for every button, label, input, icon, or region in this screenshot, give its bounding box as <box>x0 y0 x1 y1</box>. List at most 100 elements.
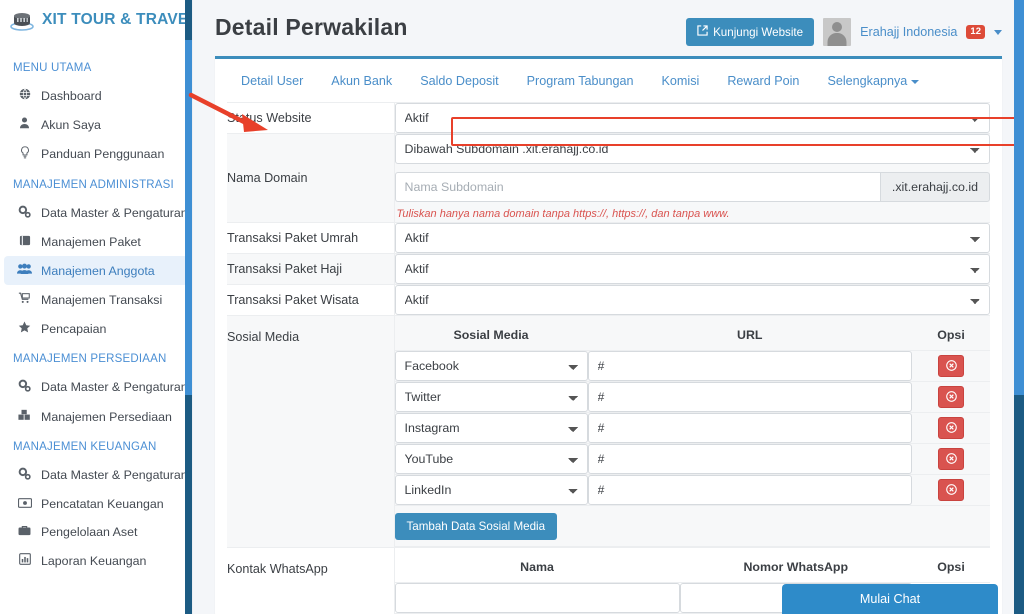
sidebar-item-laporan-keuangan[interactable]: Laporan Keuangan <box>4 546 188 575</box>
transaksi-haji-label: Transaksi Paket Haji <box>227 253 395 285</box>
chevron-down-icon <box>911 79 920 84</box>
app-root: XIT TOUR & TRAVEL MENU UTAMA Dashboard A… <box>0 0 1024 614</box>
sidebar-item-data-master-administrasi[interactable]: Data Master & Pengaturan <box>4 198 188 228</box>
transaksi-wisata-select[interactable]: Aktif <box>394 285 990 315</box>
sidebar-item-data-master-persediaan[interactable]: Data Master & Pengaturan <box>4 372 188 402</box>
detail-form: Status Website Aktif Nama Domain Dibawah… <box>215 102 1002 614</box>
stack-logo-icon <box>9 8 35 32</box>
sidebar-item-manajemen-anggota[interactable]: Manajemen Anggota <box>4 256 188 285</box>
delete-row-button[interactable] <box>938 417 964 439</box>
brand-logo-area[interactable]: XIT TOUR & TRAVEL <box>0 0 192 40</box>
table-row: LinkedIn <box>394 474 990 506</box>
chevron-down-icon[interactable] <box>994 29 1002 35</box>
sosial-media-url-input[interactable] <box>587 413 912 443</box>
whatsapp-nama-input[interactable] <box>394 583 680 613</box>
tab-program-tabungan[interactable]: Program Tabungan <box>513 68 648 94</box>
sidebar-group-header: MANAJEMEN KEUANGAN <box>13 441 157 453</box>
sidebar-item-pencapaian[interactable]: Pencapaian <box>4 314 188 343</box>
sosial-media-table: Sosial Media URL Opsi Facebook # Twitter… <box>394 322 990 547</box>
page-scrollbar-thumb[interactable] <box>1014 0 1024 395</box>
delete-row-button[interactable] <box>938 386 964 408</box>
sidebar-item-label: Pengelolaan Aset <box>41 525 138 539</box>
book-icon <box>17 235 32 249</box>
page-title: Detail Perwakilan <box>215 14 408 40</box>
tab-reward-poin[interactable]: Reward Poin <box>713 68 813 94</box>
col-header-url: URL <box>587 322 912 351</box>
visit-website-button[interactable]: Kunjungi Website <box>686 18 815 46</box>
sidebar-item-dashboard[interactable]: Dashboard <box>4 81 188 110</box>
sidebar-item-label: Data Master & Pengaturan <box>41 380 188 394</box>
nama-domain-select[interactable]: Dibawah Subdomain .xit.erahajj.co.id <box>394 134 990 164</box>
tab-akun-bank[interactable]: Akun Bank <box>317 68 406 94</box>
sidebar-item-pengelolaan-aset[interactable]: Pengelolaan Aset <box>4 518 188 546</box>
brand-name: XIT TOUR & TRAVEL <box>42 11 193 28</box>
col-header-opsi: Opsi <box>912 322 990 351</box>
status-website-label: Status Website <box>227 102 395 134</box>
tab-selengkapnya[interactable]: Selengkapnya <box>813 68 933 94</box>
chat-widget[interactable]: Mulai Chat <box>782 584 998 614</box>
sosial-media-url-input[interactable] <box>587 475 912 505</box>
sidebar-item-manajemen-paket[interactable]: Manajemen Paket <box>4 228 188 256</box>
table-row: Twitter <box>394 381 990 413</box>
tab-label: Saldo Deposit <box>420 74 499 88</box>
sosial-media-url-input[interactable] <box>587 444 912 474</box>
sidebar-item-manajemen-transaksi[interactable]: Manajemen Transaksi <box>4 285 188 314</box>
transaksi-umrah-select[interactable]: Aktif <box>394 223 990 253</box>
sosial-media-platform-select[interactable]: YouTube <box>394 444 588 474</box>
report-icon <box>17 553 32 568</box>
sidebar-item-label: Pencatatan Keuangan <box>41 497 164 511</box>
sidebar-item-akun-saya[interactable]: Akun Saya <box>4 110 188 139</box>
avatar[interactable] <box>823 18 852 46</box>
sidebar-group-header: MANAJEMEN PERSEDIAAN <box>13 353 167 365</box>
tab-saldo-deposit[interactable]: Saldo Deposit <box>406 68 512 94</box>
form-table: Status Website Aktif Nama Domain Dibawah… <box>227 102 990 614</box>
sidebar-item-panduan-penggunaan[interactable]: Panduan Penggunaan <box>4 139 188 169</box>
sidebar-scrollbar-thumb[interactable] <box>185 40 192 395</box>
globe-icon <box>17 88 32 103</box>
sidebar-item-label: Akun Saya <box>41 117 101 132</box>
tab-label: Akun Bank <box>331 74 393 88</box>
tab-label: Program Tabungan <box>526 74 634 88</box>
cart-icon <box>17 292 32 307</box>
transaksi-haji-select[interactable]: Aktif <box>394 254 990 284</box>
kontak-whatsapp-header-row: Nama Nomor WhatsApp Opsi <box>394 554 990 583</box>
sosial-media-platform-select[interactable]: Twitter <box>394 382 588 412</box>
sidebar-item-manajemen-persediaan[interactable]: Manajemen Persediaan <box>4 402 188 431</box>
delete-row-button[interactable] <box>938 448 964 470</box>
notification-badge[interactable]: 12 <box>966 24 985 40</box>
status-website-select[interactable]: Aktif <box>394 103 990 133</box>
tab-komisi[interactable]: Komisi <box>648 68 714 94</box>
add-sosial-media-button[interactable]: Tambah Data Sosial Media <box>394 513 558 540</box>
sosial-media-url-input[interactable] <box>587 382 912 412</box>
remove-circle-icon <box>945 452 957 467</box>
subdomain-input[interactable] <box>394 172 880 202</box>
tab-bar: Detail User Akun Bank Saldo Deposit Prog… <box>215 59 1002 102</box>
visit-website-label: Kunjungi Website <box>713 25 804 39</box>
sidebar-item-data-master-keuangan[interactable]: Data Master & Pengaturan <box>4 460 188 490</box>
sosial-media-url-input[interactable] <box>587 351 912 381</box>
gears-icon <box>17 205 32 221</box>
sidebar-group-header: MENU UTAMA <box>13 62 92 74</box>
boxes-icon <box>17 409 32 424</box>
remove-circle-icon <box>945 390 957 405</box>
tab-label: Selengkapnya <box>827 74 908 88</box>
chat-widget-label: Mulai Chat <box>859 592 921 606</box>
tab-label: Komisi <box>661 74 700 88</box>
sidebar-item-label: Manajemen Persediaan <box>41 409 172 424</box>
tab-detail-user[interactable]: Detail User <box>227 68 317 94</box>
user-name[interactable]: Erahajj Indonesia <box>860 25 957 39</box>
sosial-media-platform-select[interactable]: Facebook <box>394 351 588 381</box>
briefcase-icon <box>17 525 32 539</box>
sidebar-menu: MENU UTAMA Dashboard Akun Saya Panduan P… <box>0 40 192 575</box>
external-link-icon <box>697 25 708 39</box>
delete-row-button[interactable] <box>938 479 964 501</box>
sidebar-item-label: Dashboard <box>41 88 102 103</box>
users-icon <box>17 263 32 278</box>
remove-circle-icon <box>945 359 957 374</box>
sidebar-item-pencatatan-keuangan[interactable]: Pencatatan Keuangan <box>4 490 188 518</box>
sosial-media-platform-select[interactable]: Instagram <box>394 413 588 443</box>
sosial-media-platform-select[interactable]: LinkedIn <box>394 475 588 505</box>
sidebar: XIT TOUR & TRAVEL MENU UTAMA Dashboard A… <box>0 0 193 614</box>
form-row-status-website: Status Website Aktif <box>227 102 990 134</box>
delete-row-button[interactable] <box>938 355 964 377</box>
